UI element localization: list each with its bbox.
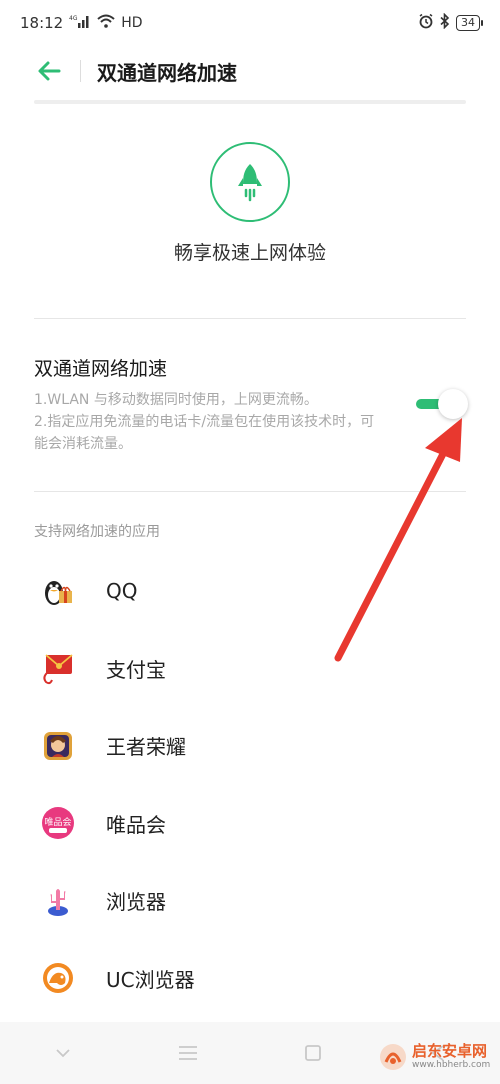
divider [34, 491, 466, 492]
watermark-text: 启东安卓网 [412, 1042, 488, 1060]
battery-indicator: 34 [456, 15, 483, 31]
signal-icon: 4G [69, 14, 91, 32]
header-divider [80, 60, 81, 82]
nav-menu-button[interactable] [168, 1033, 208, 1073]
watermark-logo-icon [380, 1044, 406, 1070]
toggle-knob [438, 389, 468, 419]
setting-desc-line2: 2.指定应用免流量的电话卡/流量包在使用该技术时，可能会消耗流量。 [34, 414, 375, 452]
setting-description: 1.WLAN 与移动数据同时使用，上网更流畅。 2.指定应用免流量的电话卡/流量… [34, 389, 384, 455]
list-item-alipay[interactable]: 支付宝 [0, 630, 500, 708]
hero-text: 畅享极速上网体验 [173, 242, 326, 264]
vip-shop-icon: 唯品会 [40, 805, 76, 841]
app-name: 支付宝 [106, 657, 166, 682]
nav-home-button[interactable] [293, 1033, 333, 1073]
svg-text:唯品会: 唯品会 [44, 816, 71, 828]
divider [34, 318, 466, 319]
nav-down-button[interactable] [43, 1033, 83, 1073]
back-button[interactable] [34, 56, 64, 86]
app-list: QQ 支付宝 王者荣耀 唯品会 唯品会 浏览器 UC浏览器 [0, 552, 500, 1017]
hd-label: HD [121, 15, 143, 31]
list-item-honor-of-kings[interactable]: 王者荣耀 [0, 707, 500, 785]
watermark: 启东安卓网 www.hbherb.com [378, 1042, 490, 1072]
menu-icon [178, 1046, 197, 1060]
browser-cactus-icon [40, 883, 76, 919]
app-name: UC浏览器 [106, 967, 195, 992]
qq-penguin-icon [40, 573, 76, 609]
alarm-icon [418, 13, 434, 33]
dual-channel-toggle[interactable] [412, 388, 468, 420]
list-item-vip[interactable]: 唯品会 唯品会 [0, 785, 500, 863]
svg-text:4G: 4G [69, 15, 78, 22]
uc-squirrel-icon [40, 960, 76, 996]
app-name: QQ [106, 578, 138, 603]
app-header: 双通道网络加速 [0, 46, 500, 96]
app-name: 浏览器 [106, 890, 166, 915]
game-avatar-icon [40, 728, 76, 764]
alipay-envelope-icon [40, 650, 76, 686]
app-name: 唯品会 [106, 812, 166, 837]
status-bar: 18:12 4G HD 34 [0, 0, 500, 46]
setting-desc-line1: 1.WLAN 与移动数据同时使用，上网更流畅。 [34, 392, 318, 408]
arrow-left-icon [38, 61, 61, 81]
page-title: 双通道网络加速 [97, 60, 237, 85]
wifi-icon [97, 14, 115, 32]
bluetooth-icon [440, 12, 450, 33]
rocket-icon [210, 142, 290, 222]
chevron-down-icon [55, 1049, 70, 1058]
list-item-uc-browser[interactable]: UC浏览器 [0, 940, 500, 1018]
app-name: 王者荣耀 [106, 735, 186, 760]
list-item-browser[interactable]: 浏览器 [0, 862, 500, 940]
header-shadow-strip [34, 100, 466, 104]
setting-title: 双通道网络加速 [34, 358, 168, 380]
list-item-qq[interactable]: QQ [0, 552, 500, 630]
watermark-url: www.hbherb.com [412, 1060, 491, 1070]
home-square-icon [304, 1045, 321, 1061]
section-label: 支持网络加速的应用 [34, 524, 160, 540]
status-time: 18:12 [20, 14, 64, 32]
